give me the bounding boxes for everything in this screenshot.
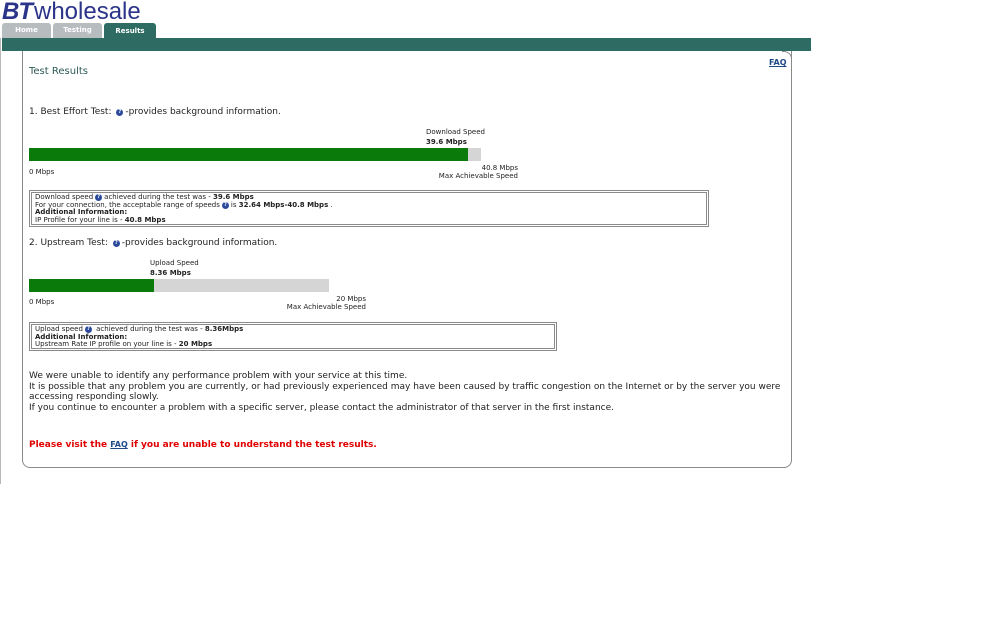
download-speed-fill xyxy=(29,148,468,161)
bt-wholesale-logo: BTwholesale xyxy=(2,0,141,24)
upstream-heading-text: 2. Upstream Test: xyxy=(29,238,108,248)
tab-results[interactable]: Results xyxy=(104,23,156,38)
upstream-heading: 2. Upstream Test: ? -provides background … xyxy=(29,238,277,248)
message-line-1: We were unable to identify any performan… xyxy=(29,371,408,381)
download-info-line4-pre: IP Profile for your line is - xyxy=(35,215,125,224)
info-icon[interactable]: ? xyxy=(112,240,120,247)
tab-home[interactable]: Home xyxy=(2,23,51,38)
download-speed-label: Download Speed xyxy=(426,128,485,136)
best-effort-heading-text: 1. Best Effort Test: xyxy=(29,107,112,117)
download-info-line4-val: 40.8 Mbps xyxy=(124,215,166,224)
info-icon[interactable]: ? xyxy=(221,201,229,209)
upload-info-box: Upload speed? achieved during the test w… xyxy=(29,322,557,351)
logo-wholesale: wholesale xyxy=(34,0,141,25)
download-info-line2-end: . xyxy=(328,200,333,209)
upload-speed-fill xyxy=(29,279,154,292)
download-info-line2: For your connection, the acceptable rang… xyxy=(35,200,703,210)
upload-axis-max-caption: Max Achievable Speed xyxy=(286,303,366,311)
download-info-box: Download speed? achieved during the test … xyxy=(29,190,709,227)
download-axis-min: 0 Mbps xyxy=(29,168,55,176)
tab-testing[interactable]: Testing xyxy=(53,23,102,38)
download-axis-max: 40.8 Mbps xyxy=(481,164,518,172)
page-title: Test Results xyxy=(29,66,88,77)
upload-axis-min: 0 Mbps xyxy=(29,298,55,306)
best-effort-heading-suffix: -provides background information. xyxy=(125,107,281,117)
upload-info-line3: Upstream Rate IP profile on your line is… xyxy=(35,340,551,349)
best-effort-heading: 1. Best Effort Test: ? -provides backgrou… xyxy=(29,107,281,117)
upload-axis-max: 20 Mbps xyxy=(336,295,366,303)
upload-info-line3-pre: Upstream Rate IP profile on your line is… xyxy=(35,340,179,348)
logo-bt: BT xyxy=(2,0,33,25)
header-bar xyxy=(2,38,811,51)
page-left-border xyxy=(0,38,1,484)
download-info-line2-mid: is xyxy=(230,200,239,209)
visit-faq-post: if you are unable to understand the test… xyxy=(127,440,377,450)
visit-faq-pre: Please visit the xyxy=(29,440,111,450)
info-icon[interactable]: ? xyxy=(116,109,124,116)
faq-link-bottom[interactable]: FAQ xyxy=(110,440,128,449)
upload-info-line1-val: 8.36Mbps xyxy=(204,325,244,333)
upload-speed-label: Upload Speed xyxy=(150,259,199,267)
download-info-line2-val: 32.64 Mbps-40.8 Mbps xyxy=(238,200,329,209)
upload-info-line3-val: 20 Mbps xyxy=(178,340,213,348)
faq-link-top[interactable]: FAQ xyxy=(769,58,787,67)
message-line-4: If you continue to encounter a problem w… xyxy=(29,403,614,413)
download-axis-max-caption: Max Achievable Speed xyxy=(438,172,518,180)
upstream-heading-suffix: -provides background information. xyxy=(121,238,278,248)
download-info-line4: IP Profile for your line is - 40.8 Mbps xyxy=(35,215,703,225)
download-speed-track xyxy=(29,148,481,161)
message-line-3: accessing responding slowly. xyxy=(29,392,159,402)
upload-speed-value: 8.36 Mbps xyxy=(150,269,191,277)
download-speed-value: 39.6 Mbps xyxy=(426,138,467,146)
visit-faq-notice: Please visit the FAQ if you are unable t… xyxy=(29,440,377,450)
message-line-2: It is possible that any problem you are … xyxy=(29,382,781,392)
upload-speed-track xyxy=(29,279,329,292)
